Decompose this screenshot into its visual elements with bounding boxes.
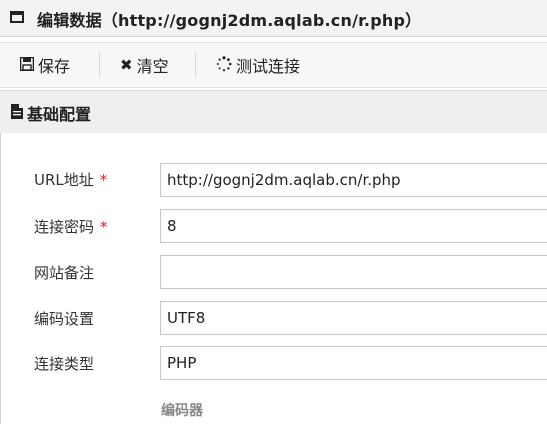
section-header: 基础配置 bbox=[0, 90, 547, 134]
title-bar: 编辑数据（http://gognj2dm.aqlab.cn/r.php） bbox=[0, 0, 547, 37]
encoder-label: 编码器 bbox=[161, 403, 203, 419]
required-mark: * bbox=[99, 171, 108, 189]
url-label-text: URL地址 bbox=[34, 171, 94, 189]
encoding-label: 编码设置 bbox=[34, 310, 95, 328]
test-connection-label: 测试连接 bbox=[236, 57, 301, 76]
connection-type-label: 连接类型 bbox=[34, 355, 95, 373]
x-mark-icon: ✖ bbox=[120, 55, 133, 74]
window-title: 编辑数据（http://gognj2dm.aqlab.cn/r.php） bbox=[37, 11, 422, 30]
clear-button[interactable]: ✖ 清空 bbox=[120, 43, 169, 87]
url-field[interactable]: http://gognj2dm.aqlab.cn/r.php bbox=[160, 163, 547, 197]
password-label: 连接密码 * bbox=[34, 216, 108, 237]
toolbar-divider bbox=[99, 52, 100, 78]
toolbar: 保存 ✖ 清空 测试连接 bbox=[0, 42, 547, 88]
required-mark: * bbox=[100, 218, 108, 236]
note-label: 网站备注 bbox=[34, 264, 95, 282]
clear-label: 清空 bbox=[136, 57, 169, 76]
toolbar-divider bbox=[195, 52, 196, 78]
connection-type-select[interactable]: PHP bbox=[160, 346, 547, 380]
url-label: URL地址 * bbox=[34, 169, 107, 190]
test-connection-button[interactable]: 测试连接 bbox=[216, 43, 300, 87]
floppy-disk-icon bbox=[19, 56, 35, 74]
encoding-select[interactable]: UTF8 bbox=[160, 301, 547, 335]
password-field[interactable]: 8 bbox=[160, 209, 547, 243]
document-icon bbox=[11, 104, 23, 123]
save-label: 保存 bbox=[38, 57, 71, 76]
section-title: 基础配置 bbox=[27, 105, 92, 124]
edit-data-window: 编辑数据（http://gognj2dm.aqlab.cn/r.php） 保存 … bbox=[0, 0, 547, 424]
save-button[interactable]: 保存 bbox=[19, 43, 71, 87]
window-icon bbox=[10, 11, 24, 23]
password-label-text: 连接密码 bbox=[34, 218, 95, 236]
spinner-icon bbox=[216, 55, 232, 75]
note-field[interactable] bbox=[160, 255, 547, 289]
